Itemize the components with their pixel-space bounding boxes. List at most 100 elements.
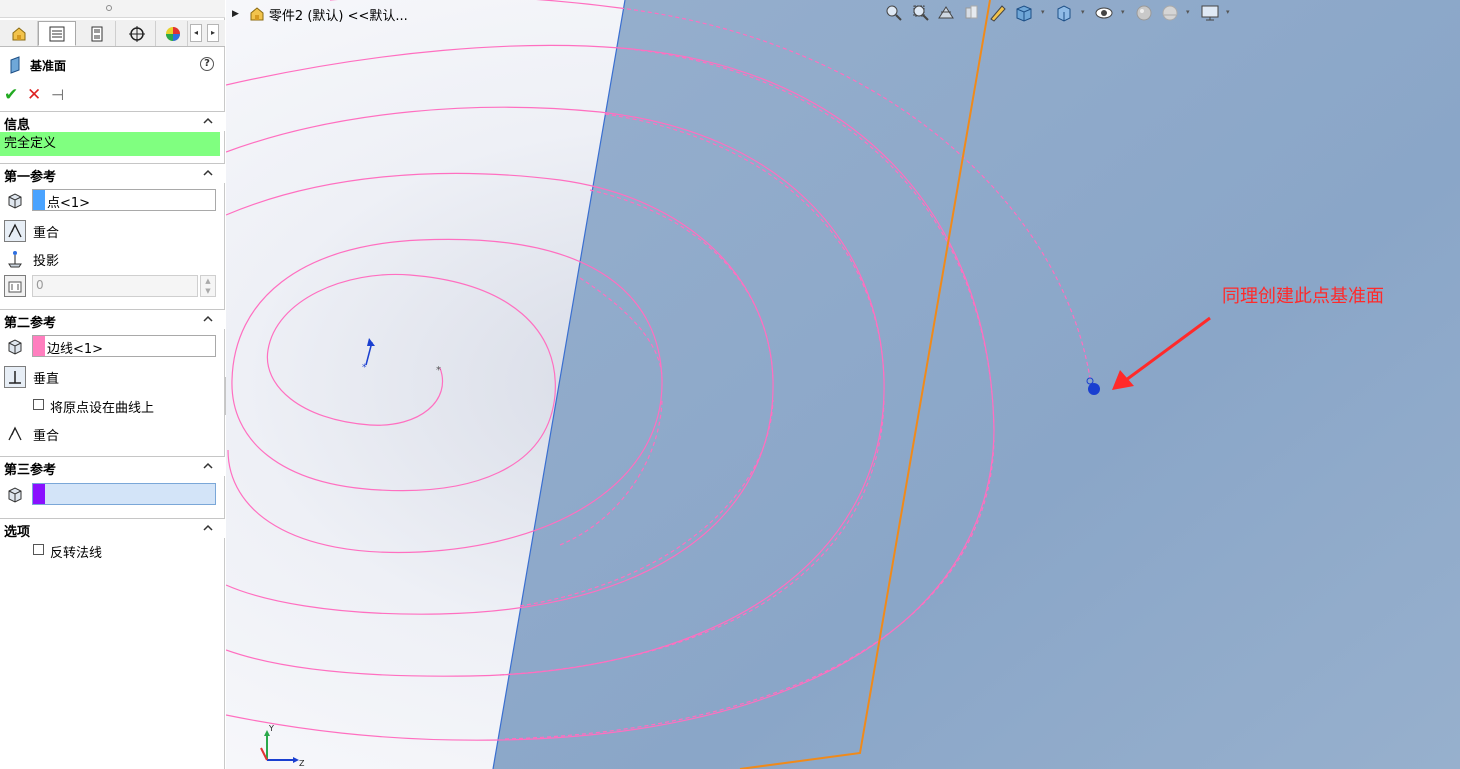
tab-configuration-manager[interactable]	[78, 21, 116, 46]
flip-normal-row[interactable]: 反转法线	[0, 539, 225, 563]
first-ref-color-swatch	[33, 190, 45, 210]
second-ref-selection-box[interactable]: 边线<1>	[32, 335, 216, 357]
perpendicular-label: 垂直	[33, 372, 60, 387]
flip-normal-label: 反转法线	[50, 546, 103, 561]
third-ref-selection-box[interactable]	[32, 483, 216, 505]
collapse-chevron-icon[interactable]	[202, 167, 214, 179]
origin-on-curve-label: 将原点设在曲线上	[50, 401, 155, 416]
constraint-coincident-row[interactable]: 重合	[0, 219, 225, 243]
triad-z-label: Z	[299, 759, 305, 768]
coincident-label: 重合	[33, 226, 60, 241]
section-second-ref-header[interactable]: 第二参考	[0, 309, 225, 331]
collapse-chevron-icon[interactable]	[202, 115, 214, 127]
constraint-perpendicular-row[interactable]: 垂直	[0, 365, 225, 389]
help-icon[interactable]: ?	[200, 57, 214, 71]
property-manager-title: 基准面	[8, 55, 66, 75]
axis-triad: Y Z	[260, 724, 305, 768]
zoom-to-fit-icon[interactable]	[884, 3, 904, 23]
origin-on-curve-row[interactable]: 将原点设在曲线上	[0, 394, 225, 418]
section-info-title: 信息	[4, 118, 31, 133]
third-ref-color-swatch	[33, 484, 45, 504]
section-view-icon[interactable]	[962, 3, 982, 23]
coincident-icon[interactable]	[4, 423, 26, 445]
collapse-chevron-icon[interactable]	[202, 522, 214, 534]
edit-appearance-icon[interactable]	[1134, 3, 1154, 23]
distance-icon[interactable]	[4, 275, 26, 297]
document-title: 零件2 (默认) <<默认...	[268, 8, 408, 24]
projection-label: 投影	[33, 254, 60, 269]
section-first-ref-header[interactable]: 第一参考	[0, 163, 225, 185]
model-scene: * *	[226, 0, 1460, 769]
second-ref-color-swatch	[33, 336, 45, 356]
configuration-icon	[91, 26, 102, 41]
tab-display-manager[interactable]	[158, 21, 188, 46]
pin-icon[interactable]: ⊣	[51, 86, 64, 104]
section-first-ref-title: 第一参考	[4, 170, 57, 185]
section-info-header[interactable]: 信息	[0, 111, 225, 133]
distance-spinner[interactable]: ▲ ▼	[200, 275, 216, 297]
tab-property-manager[interactable]	[38, 21, 76, 46]
cancel-button[interactable]: ✕	[27, 86, 41, 104]
property-list-icon	[49, 26, 65, 41]
first-ref-selection-box[interactable]: 点<1>	[32, 189, 216, 211]
zoom-to-area-icon[interactable]	[910, 3, 930, 23]
section-third-ref-title: 第三参考	[4, 463, 57, 478]
flip-normal-checkbox[interactable]	[33, 544, 44, 555]
previous-view-icon[interactable]	[936, 3, 956, 23]
tab-scroll-right-icon[interactable]: ▸	[207, 24, 219, 42]
graphics-viewport[interactable]: * * Y Z	[226, 0, 1460, 769]
section-third-ref-header[interactable]: 第三参考	[0, 456, 225, 478]
projection-icon[interactable]	[4, 248, 26, 270]
dynamic-annotation-icon[interactable]	[988, 3, 1008, 23]
first-ref-value: 点<1>	[47, 196, 91, 211]
view-orientation-icon[interactable]	[1014, 3, 1034, 23]
dropdown-caret-icon[interactable]: ▾	[1226, 8, 1230, 16]
section-options-header[interactable]: 选项	[0, 518, 225, 540]
perpendicular-icon[interactable]	[4, 366, 26, 388]
tab-feature-manager[interactable]	[0, 21, 38, 46]
sketch-point-marker: *	[436, 365, 441, 376]
distance-input[interactable]: 0	[32, 275, 198, 297]
reference-plane-icon	[10, 56, 20, 74]
crosshair-icon	[128, 25, 145, 42]
feature-tree-icon	[12, 26, 25, 40]
dropdown-caret-icon[interactable]: ▾	[1186, 8, 1190, 16]
section-options-title: 选项	[4, 525, 31, 540]
second-ref-value: 边线<1>	[47, 342, 104, 357]
view-settings-icon[interactable]	[1200, 3, 1220, 23]
collapse-chevron-icon[interactable]	[202, 460, 214, 472]
panel-grip[interactable]	[0, 0, 225, 18]
collapse-chevron-icon[interactable]	[202, 313, 214, 325]
feature-tree-flyout[interactable]: ▶ 零件2 (默认) <<默认...	[232, 4, 408, 24]
selection-cube-icon	[4, 189, 26, 211]
second-ref-row: 边线<1>	[0, 334, 225, 358]
dropdown-caret-icon[interactable]: ▾	[1041, 8, 1045, 16]
selection-cube-icon	[4, 483, 26, 505]
first-ref-row: 点<1>	[0, 188, 225, 212]
origin-on-curve-checkbox[interactable]	[33, 399, 44, 410]
coincident-2-label: 重合	[33, 429, 60, 444]
apply-scene-icon[interactable]	[1160, 3, 1180, 23]
part-icon	[250, 7, 264, 21]
appearance-pie-icon	[165, 26, 180, 41]
status-message: 完全定义	[0, 132, 220, 156]
property-manager: ◂ ▸ 基准面 ? ✔ ✕ ⊣ 信息 完全定义 第一参考 点<1> 重合 投影 …	[0, 0, 225, 769]
dropdown-caret-icon[interactable]: ▾	[1121, 8, 1125, 16]
manager-tabs: ◂ ▸	[0, 20, 225, 47]
feature-title: 基准面	[30, 58, 67, 73]
ok-button[interactable]: ✔	[4, 86, 18, 104]
svg-text:*: *	[362, 363, 367, 373]
hide-show-items-icon[interactable]	[1094, 3, 1114, 23]
constraint-coincident-2-row[interactable]: 重合	[0, 422, 225, 446]
dropdown-caret-icon[interactable]: ▾	[1081, 8, 1085, 16]
display-style-icon[interactable]	[1054, 3, 1074, 23]
third-ref-row	[0, 482, 225, 506]
section-second-ref-title: 第二参考	[4, 316, 57, 331]
distance-row: 0 ▲ ▼	[0, 274, 225, 298]
expand-arrow-icon[interactable]: ▶	[232, 9, 239, 19]
tab-dimxpert[interactable]	[118, 21, 156, 46]
tab-scroll-left-icon[interactable]: ◂	[190, 24, 202, 42]
triad-y-label: Y	[268, 724, 274, 733]
coincident-icon[interactable]	[4, 220, 26, 242]
constraint-projection-row[interactable]: 投影	[0, 247, 225, 271]
